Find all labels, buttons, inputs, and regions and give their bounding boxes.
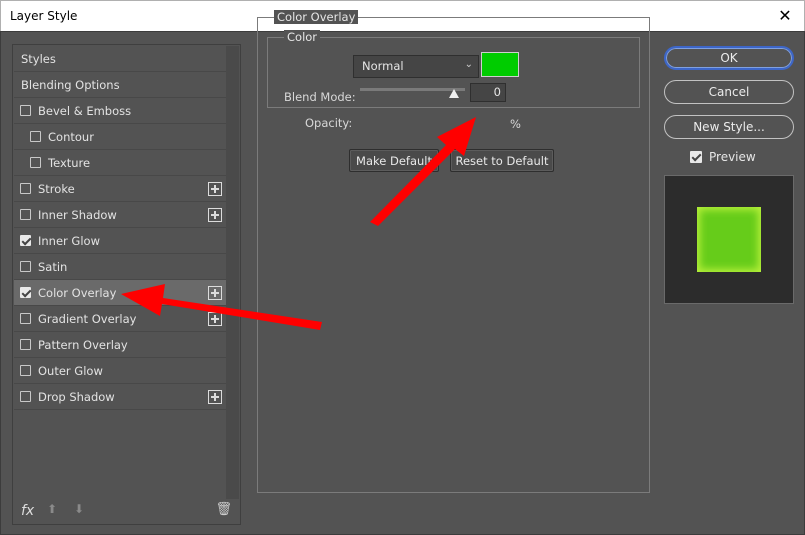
- preview-box: [664, 175, 794, 304]
- style-item-inner-shadow[interactable]: Inner Shadow: [14, 202, 226, 228]
- style-item-contour[interactable]: Contour: [14, 124, 226, 150]
- style-item-satin[interactable]: Satin: [14, 254, 226, 280]
- style-item-label: Contour: [48, 129, 94, 144]
- bevel-emboss-checkbox[interactable]: [20, 105, 31, 116]
- reset-to-default-button[interactable]: Reset to Default: [450, 149, 554, 172]
- move-down-icon[interactable]: ⬇: [74, 502, 84, 516]
- style-item-styles[interactable]: Styles: [14, 46, 226, 72]
- opacity-unit: %: [510, 117, 521, 131]
- style-item-texture[interactable]: Texture: [14, 150, 226, 176]
- style-item-label: Blending Options: [21, 77, 120, 92]
- blend-mode-select[interactable]: Normal ⌄: [353, 55, 479, 78]
- color-legend: Color: [284, 30, 321, 44]
- close-icon[interactable]: ✕: [772, 4, 798, 28]
- style-item-label: Gradient Overlay: [38, 311, 137, 326]
- inner-glow-checkbox[interactable]: [20, 235, 31, 246]
- trash-icon[interactable]: 🗑: [215, 502, 232, 517]
- style-item-label: Outer Glow: [38, 363, 103, 378]
- gradient-overlay-checkbox[interactable]: [20, 313, 31, 324]
- style-item-label: Styles: [21, 51, 56, 66]
- style-item-pattern-overlay[interactable]: Pattern Overlay: [14, 332, 226, 358]
- make-default-button[interactable]: Make Default: [349, 149, 439, 172]
- opacity-slider-thumb[interactable]: [449, 89, 459, 98]
- style-item-drop-shadow[interactable]: Drop Shadow: [14, 384, 226, 410]
- style-item-color-overlay[interactable]: Color Overlay: [14, 280, 226, 306]
- style-item-outer-glow[interactable]: Outer Glow: [14, 358, 226, 384]
- opacity-label: Opacity:: [305, 116, 353, 130]
- style-item-bevel-emboss[interactable]: Bevel & Emboss: [14, 98, 226, 124]
- pattern-overlay-checkbox[interactable]: [20, 339, 31, 350]
- style-item-inner-glow[interactable]: Inner Glow: [14, 228, 226, 254]
- styles-panel-footer: fx ⬆ ⬇ 🗑: [13, 498, 240, 524]
- new-style-button[interactable]: New Style...: [664, 115, 794, 139]
- style-item-gradient-overlay[interactable]: Gradient Overlay: [14, 306, 226, 332]
- style-item-label: Satin: [38, 259, 68, 274]
- opacity-input[interactable]: 0: [470, 83, 506, 102]
- chevron-down-icon: ⌄: [464, 59, 473, 70]
- preview-checkbox[interactable]: [690, 151, 702, 163]
- cancel-button[interactable]: Cancel: [664, 80, 794, 104]
- add-drop-shadow-icon[interactable]: [208, 390, 222, 404]
- styles-scrollbar[interactable]: [226, 46, 239, 499]
- style-item-label: Inner Glow: [38, 233, 100, 248]
- color-overlay-legend: Color Overlay: [274, 10, 359, 24]
- style-item-label: Pattern Overlay: [38, 337, 128, 352]
- outer-glow-checkbox[interactable]: [20, 365, 31, 376]
- preview-thumbnail: [697, 207, 761, 272]
- blend-mode-label: Blend Mode:: [284, 90, 356, 104]
- style-item-label: Color Overlay: [38, 285, 117, 300]
- add-inner-shadow-icon[interactable]: [208, 208, 222, 222]
- add-color-overlay-icon[interactable]: [208, 286, 222, 300]
- styles-panel: Styles Blending Options Bevel & Emboss Cont…: [12, 44, 241, 525]
- inner-shadow-checkbox[interactable]: [20, 209, 31, 220]
- texture-checkbox[interactable]: [30, 157, 41, 168]
- fx-icon[interactable]: fx: [21, 503, 34, 519]
- contour-checkbox[interactable]: [30, 131, 41, 142]
- color-overlay-checkbox[interactable]: [20, 287, 31, 298]
- window-title: Layer Style: [10, 9, 78, 23]
- style-item-label: Drop Shadow: [38, 389, 115, 404]
- blend-mode-value: Normal: [362, 59, 404, 73]
- style-item-label: Bevel & Emboss: [38, 103, 132, 118]
- styles-list: Styles Blending Options Bevel & Emboss Cont…: [14, 46, 226, 410]
- add-gradient-overlay-icon[interactable]: [208, 312, 222, 326]
- style-item-label: Texture: [48, 155, 91, 170]
- add-stroke-icon[interactable]: [208, 182, 222, 196]
- preview-label: Preview: [709, 150, 756, 164]
- style-item-stroke[interactable]: Stroke: [14, 176, 226, 202]
- stroke-checkbox[interactable]: [20, 183, 31, 194]
- overlay-color-swatch[interactable]: [481, 52, 519, 77]
- move-up-icon[interactable]: ⬆: [47, 502, 57, 516]
- style-item-blending-options[interactable]: Blending Options: [14, 72, 226, 98]
- ok-button[interactable]: OK: [664, 46, 794, 70]
- style-item-label: Stroke: [38, 181, 75, 196]
- satin-checkbox[interactable]: [20, 261, 31, 272]
- style-item-label: Inner Shadow: [38, 207, 117, 222]
- drop-shadow-checkbox[interactable]: [20, 391, 31, 402]
